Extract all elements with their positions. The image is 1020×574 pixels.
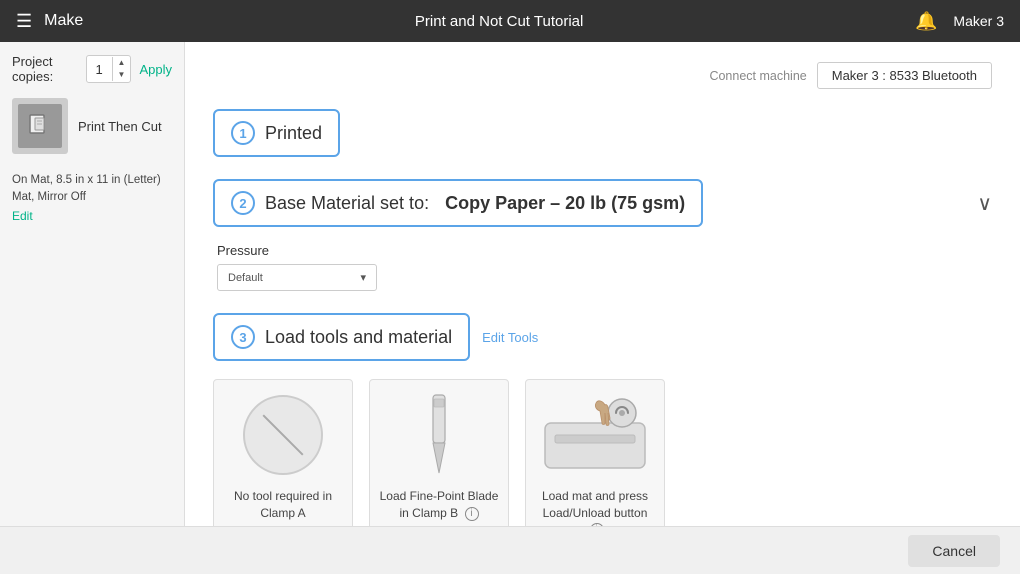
device-name: Maker 3	[953, 13, 1004, 29]
header-right: 🔔 Maker 3	[915, 11, 1004, 32]
pressure-chevron-icon: ▾	[360, 271, 366, 284]
no-tool-icon	[223, 390, 343, 480]
left-panel: Project copies: 1 ▲ ▼ Apply	[0, 42, 185, 526]
info-icon-load-mat[interactable]: i	[590, 523, 604, 526]
apply-button[interactable]: Apply	[139, 62, 172, 77]
project-copies-label: Project copies:	[12, 54, 80, 84]
project-thumbnail	[12, 98, 68, 154]
mat-info: On Mat, 8.5 in x 11 in (Letter) Mat, Mir…	[12, 172, 172, 226]
step-3-title: Load tools and material	[265, 327, 452, 348]
tool-label-load-mat: Load mat and press Load/Unload button i	[534, 488, 656, 526]
step-2-header: 2 Base Material set to: Copy Paper – 20 …	[213, 179, 703, 227]
no-tool-circle	[243, 395, 323, 475]
app-header: ☰ Make Print and Not Cut Tutorial 🔔 Make…	[0, 0, 1020, 42]
tool-card-clamp-b: Load Fine-Point Blade in Clamp B i	[369, 379, 509, 526]
copies-value: 1	[87, 62, 112, 77]
info-icon-clamp-b[interactable]: i	[465, 507, 479, 521]
copies-stepper[interactable]: ▲ ▼	[112, 57, 131, 82]
pressure-value: Default	[228, 272, 263, 284]
machine-button[interactable]: Maker 3 : 8533 Bluetooth	[817, 62, 992, 89]
step-1: 1 Printed	[213, 109, 992, 157]
make-label: Make	[44, 12, 83, 30]
step-3-header-box: 3 Load tools and material	[213, 313, 470, 361]
notification-bell-icon[interactable]: 🔔	[915, 11, 937, 32]
copies-up-arrow[interactable]: ▲	[113, 57, 131, 69]
cancel-button[interactable]: Cancel	[908, 535, 1000, 567]
edit-link[interactable]: Edit	[12, 209, 33, 223]
copies-input-wrap: 1 ▲ ▼	[86, 55, 132, 83]
tool-label-clamp-a: No tool required in Clamp A	[222, 488, 344, 522]
step-3-number: 3	[231, 325, 255, 349]
right-panel: Connect machine Maker 3 : 8533 Bluetooth…	[185, 42, 1020, 526]
main-container: Project copies: 1 ▲ ▼ Apply	[0, 42, 1020, 526]
step-3-header-row: 3 Load tools and material Edit Tools	[213, 313, 992, 361]
fine-point-blade-icon	[379, 390, 499, 480]
step-1-header: 1 Printed	[213, 109, 340, 157]
project-item: Print Then Cut	[12, 98, 172, 154]
step-2-material: Copy Paper – 20 lb (75 gsm)	[445, 193, 685, 214]
chevron-down-icon[interactable]: ∨	[977, 191, 992, 216]
project-copies-row: Project copies: 1 ▲ ▼ Apply	[12, 54, 172, 84]
thumbnail-svg	[26, 112, 54, 140]
tool-card-load-mat: Load mat and press Load/Unload button i	[525, 379, 665, 526]
page-title: Print and Not Cut Tutorial	[83, 13, 915, 30]
bottom-bar: Cancel	[0, 526, 1020, 574]
step-2-prefix: Base Material set to:	[265, 193, 429, 214]
load-mat-icon	[535, 390, 655, 480]
no-tool-slash	[262, 414, 303, 455]
edit-tools-button[interactable]: Edit Tools	[482, 330, 538, 345]
pressure-label: Pressure	[217, 243, 992, 258]
step-3: 3 Load tools and material Edit Tools No …	[213, 313, 992, 526]
step-1-number: 1	[231, 121, 255, 145]
step-2-row: 2 Base Material set to: Copy Paper – 20 …	[213, 179, 992, 227]
connect-bar: Connect machine Maker 3 : 8533 Bluetooth	[213, 62, 992, 89]
tool-label-clamp-b: Load Fine-Point Blade in Clamp B i	[378, 488, 500, 522]
pressure-select[interactable]: Default ▾	[217, 264, 377, 291]
pressure-section: Pressure Default ▾	[213, 243, 992, 291]
copies-down-arrow[interactable]: ▼	[113, 69, 131, 81]
thumbnail-inner	[18, 104, 62, 148]
tools-row: No tool required in Clamp A Load Fine-Po…	[213, 379, 992, 526]
menu-icon[interactable]: ☰	[16, 11, 32, 32]
tool-card-clamp-a: No tool required in Clamp A	[213, 379, 353, 526]
project-label: Print Then Cut	[78, 119, 162, 134]
connect-label: Connect machine	[709, 69, 806, 83]
step-2-number: 2	[231, 191, 255, 215]
step-1-title: Printed	[265, 123, 322, 144]
step-2: 2 Base Material set to: Copy Paper – 20 …	[213, 179, 992, 291]
